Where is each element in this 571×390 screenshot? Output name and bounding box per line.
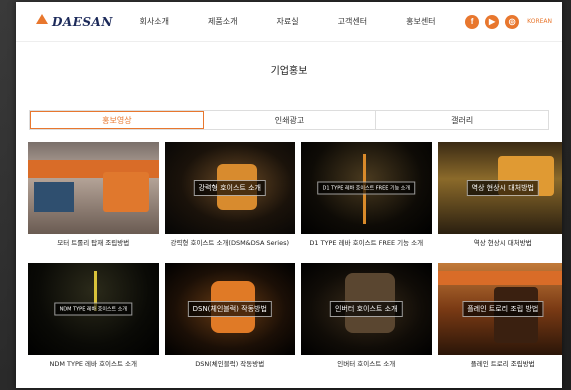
video-caption[interactable]: 플레인 트로리 조립방법 bbox=[438, 360, 563, 378]
video-caption[interactable]: D1 TYPE 레바 호이스트 FREE 기능 소개 bbox=[301, 239, 432, 257]
video-card[interactable]: 강력형 호이스트 소개 강력형 호이스트 소개(DSM&DSA Series) bbox=[164, 142, 296, 257]
video-caption[interactable]: 모터 트롤리 탑재 조립방법 bbox=[28, 239, 159, 257]
thumb-art bbox=[34, 182, 74, 212]
video-card[interactable]: NDM TYPE 레바 호이스트 소개 NDM TYPE 레바 호이스트 소개 bbox=[28, 263, 159, 378]
browser-page: DAESAN 회사소개 제품소개 자료실 고객센터 홍보센터 f ▶ ◎ KOR… bbox=[16, 2, 562, 388]
site-header: DAESAN 회사소개 제품소개 자료실 고객센터 홍보센터 f ▶ ◎ KOR… bbox=[16, 2, 562, 42]
social-links: f ▶ ◎ bbox=[465, 14, 520, 29]
thumb-art bbox=[102, 172, 149, 212]
video-grid: 모터 트롤리 탑재 조립방법 강력형 호이스트 소개 강력형 호이스트 소개(D… bbox=[28, 142, 562, 378]
nav-item-company[interactable]: 회사소개 bbox=[140, 16, 169, 27]
thumb-overlay-text: 역상 현상시 대처방법 bbox=[466, 180, 539, 196]
video-thumbnail[interactable]: 강력형 호이스트 소개 bbox=[164, 142, 295, 234]
video-thumbnail[interactable]: NDM TYPE 레바 호이스트 소개 bbox=[28, 263, 159, 355]
video-card[interactable]: 인버터 호이스트 소개 인버터 호이스트 소개 bbox=[301, 263, 432, 378]
thumb-overlay-text: 인버터 호이스트 소개 bbox=[330, 301, 403, 317]
logo[interactable]: DAESAN bbox=[34, 13, 120, 30]
video-caption[interactable]: DSN(체인블럭) 작동방법 bbox=[165, 360, 296, 378]
video-card[interactable]: 모터 트롤리 탑재 조립방법 bbox=[28, 142, 159, 257]
video-thumbnail[interactable]: 플레인 트로리 조립 방법 bbox=[437, 263, 562, 355]
youtube-icon[interactable]: ▶ bbox=[485, 14, 500, 29]
language-selector[interactable]: KOREAN bbox=[527, 18, 552, 25]
thumb-art bbox=[437, 271, 562, 285]
logo-text: DAESAN bbox=[52, 14, 113, 29]
instagram-icon[interactable]: ◎ bbox=[505, 14, 520, 29]
video-card[interactable]: 역상 현상시 대처방법 역상 현상시 대처방법 bbox=[437, 142, 563, 257]
thumb-overlay-text: 플레인 트로리 조립 방법 bbox=[462, 301, 544, 317]
video-thumbnail[interactable] bbox=[28, 142, 159, 234]
nav-item-resources[interactable]: 자료실 bbox=[276, 16, 298, 27]
video-caption[interactable]: 역상 현상시 대처방법 bbox=[438, 239, 563, 257]
tab-print-ads[interactable]: 인쇄광고 bbox=[203, 111, 377, 129]
thumb-overlay-text: NDM TYPE 레바 호이스트 소개 bbox=[54, 302, 132, 316]
video-caption[interactable]: 인버터 호이스트 소개 bbox=[301, 360, 432, 378]
video-thumbnail[interactable]: DSN(체인블럭) 작동방법 bbox=[164, 263, 295, 355]
video-card[interactable]: D1 TYPE 레바 호이스트 FREE 기능 소개 D1 TYPE 레바 호이… bbox=[301, 142, 432, 257]
video-thumbnail[interactable]: 역상 현상시 대처방법 bbox=[437, 142, 562, 234]
logo-mark-icon bbox=[34, 13, 50, 30]
thumb-overlay-text: D1 TYPE 레바 호이스트 FREE 기능 소개 bbox=[317, 181, 416, 195]
video-card[interactable]: 플레인 트로리 조립 방법 플레인 트로리 조립방법 bbox=[437, 263, 563, 378]
video-card[interactable]: DSN(체인블럭) 작동방법 DSN(체인블럭) 작동방법 bbox=[164, 263, 296, 378]
video-caption[interactable]: 강력형 호이스트 소개(DSM&DSA Series) bbox=[165, 239, 296, 257]
video-thumbnail[interactable]: D1 TYPE 레바 호이스트 FREE 기능 소개 bbox=[301, 142, 432, 234]
video-caption[interactable]: NDM TYPE 레바 호이스트 소개 bbox=[28, 360, 159, 378]
page-title: 기업홍보 bbox=[270, 66, 308, 77]
tab-bar: 홍보영상 인쇄광고 갤러리 bbox=[29, 110, 549, 130]
thumb-overlay-text: DSN(체인블럭) 작동방법 bbox=[187, 301, 272, 317]
tab-promo-video[interactable]: 홍보영상 bbox=[30, 111, 204, 129]
nav-item-pr[interactable]: 홍보센터 bbox=[406, 16, 435, 27]
facebook-icon[interactable]: f bbox=[465, 14, 480, 29]
tab-gallery[interactable]: 갤러리 bbox=[376, 111, 549, 129]
nav-item-support[interactable]: 고객센터 bbox=[338, 16, 367, 27]
video-thumbnail[interactable]: 인버터 호이스트 소개 bbox=[301, 263, 432, 355]
thumb-overlay-text: 강력형 호이스트 소개 bbox=[193, 180, 266, 196]
nav-item-products[interactable]: 제품소개 bbox=[208, 16, 237, 27]
main-nav: 회사소개 제품소개 자료실 고객센터 홍보센터 bbox=[120, 16, 465, 27]
